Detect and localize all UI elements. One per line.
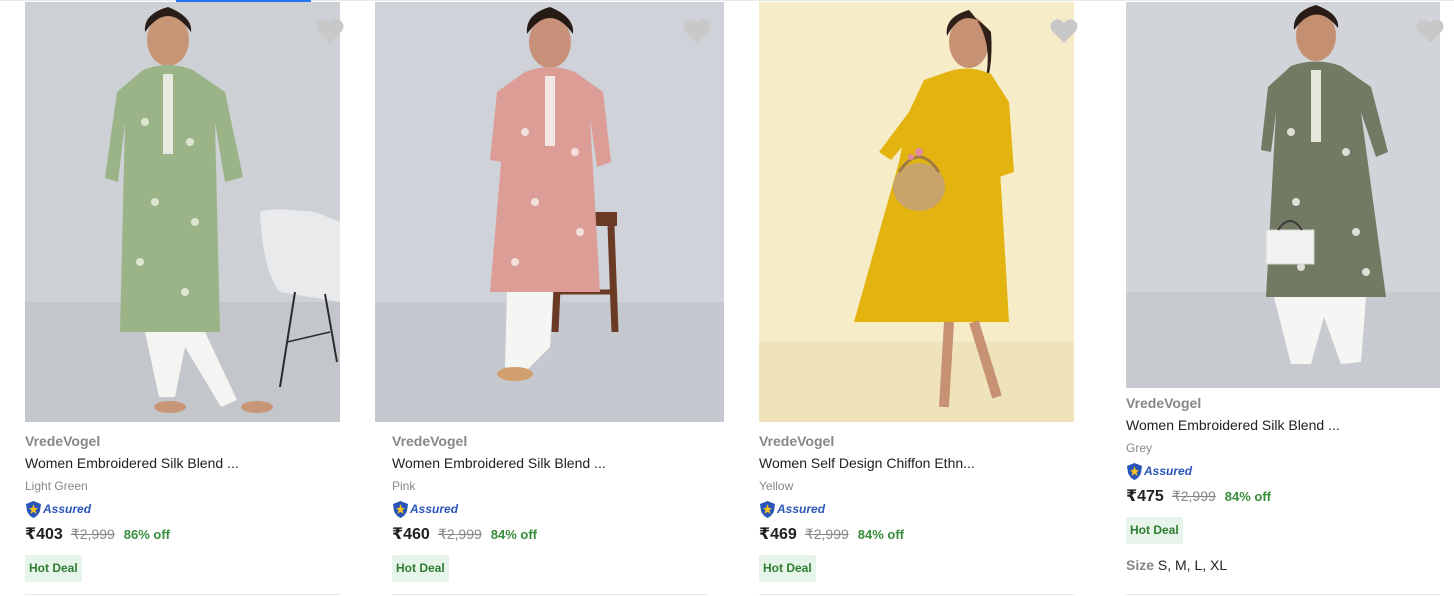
assured-badge: Assured xyxy=(759,499,975,519)
discount-percent: 84% off xyxy=(490,527,538,542)
selling-price: ₹469 xyxy=(759,526,797,543)
assured-label: Assured xyxy=(1144,464,1193,478)
product-title[interactable]: Women Embroidered Silk Blend ... xyxy=(392,453,606,473)
assured-label: Assured xyxy=(43,502,92,516)
product-brand: VredeVogel xyxy=(1126,395,1202,411)
product-info: VredeVogel Women Embroidered Silk Blend … xyxy=(25,432,239,582)
product-brand: VredeVogel xyxy=(759,433,835,449)
hot-deal-badge: Hot Deal xyxy=(25,555,82,582)
product-color: Pink xyxy=(392,479,416,493)
card-divider xyxy=(25,594,340,595)
price-row: ₹469 ₹2,999 84% off xyxy=(759,524,975,546)
product-info: VredeVogel Women Embroidered Silk Blend … xyxy=(1126,394,1340,575)
heart-icon xyxy=(1416,18,1444,44)
price-row: ₹403 ₹2,999 86% off xyxy=(25,524,239,546)
product-brand: VredeVogel xyxy=(392,433,468,449)
wishlist-button[interactable] xyxy=(1050,18,1078,44)
wishlist-button[interactable] xyxy=(316,18,344,44)
discount-percent: 84% off xyxy=(857,527,905,542)
product-info: VredeVogel Women Self Design Chiffon Eth… xyxy=(759,432,975,582)
product-card[interactable]: VredeVogel Women Embroidered Silk Blend … xyxy=(25,2,365,596)
hot-deal-badge: Hot Deal xyxy=(759,555,816,582)
assured-shield-icon xyxy=(25,500,42,519)
assured-badge: Assured xyxy=(25,499,239,519)
selling-price: ₹403 xyxy=(25,526,63,543)
assured-shield-icon xyxy=(392,500,409,519)
product-color: Grey xyxy=(1126,441,1153,455)
wishlist-button[interactable] xyxy=(683,18,711,44)
assured-label: Assured xyxy=(410,502,459,516)
product-card[interactable]: VredeVogel Women Embroidered Silk Blend … xyxy=(1126,2,1454,596)
selling-price: ₹475 xyxy=(1126,488,1164,505)
heart-icon xyxy=(683,18,711,44)
product-info: VredeVogel Women Embroidered Silk Blend … xyxy=(392,432,606,582)
assured-badge: Assured xyxy=(1126,461,1340,481)
card-divider xyxy=(1126,594,1440,595)
price-row: ₹460 ₹2,999 84% off xyxy=(392,524,606,546)
product-image[interactable] xyxy=(25,2,340,422)
heart-icon xyxy=(316,18,344,44)
original-price: ₹2,999 xyxy=(437,526,482,542)
product-card[interactable]: VredeVogel Women Embroidered Silk Blend … xyxy=(375,2,725,596)
discount-percent: 86% off xyxy=(123,527,171,542)
heart-icon xyxy=(1050,18,1078,44)
product-brand: VredeVogel xyxy=(25,433,101,449)
product-title[interactable]: Women Self Design Chiffon Ethn... xyxy=(759,453,975,473)
product-image[interactable] xyxy=(759,2,1074,422)
product-color: Yellow xyxy=(759,479,794,493)
assured-badge: Assured xyxy=(392,499,606,519)
card-divider xyxy=(759,594,1074,595)
product-title[interactable]: Women Embroidered Silk Blend ... xyxy=(25,453,239,473)
original-price: ₹2,999 xyxy=(1171,488,1216,504)
product-image[interactable] xyxy=(1126,2,1440,388)
product-card[interactable]: VredeVogel Women Self Design Chiffon Eth… xyxy=(759,2,1099,596)
original-price: ₹2,999 xyxy=(804,526,849,542)
size-options: Size S, M, L, XL xyxy=(1126,555,1340,575)
wishlist-button[interactable] xyxy=(1416,18,1444,44)
size-label: Size xyxy=(1126,557,1155,573)
price-row: ₹475 ₹2,999 84% off xyxy=(1126,486,1340,508)
product-title[interactable]: Women Embroidered Silk Blend ... xyxy=(1126,415,1340,435)
selling-price: ₹460 xyxy=(392,526,430,543)
assured-label: Assured xyxy=(777,502,826,516)
size-values: S, M, L, XL xyxy=(1157,557,1228,573)
product-color: Light Green xyxy=(25,479,88,493)
hot-deal-badge: Hot Deal xyxy=(1126,517,1183,544)
assured-shield-icon xyxy=(1126,462,1143,481)
product-image[interactable] xyxy=(375,2,724,422)
discount-percent: 84% off xyxy=(1224,489,1272,504)
assured-shield-icon xyxy=(759,500,776,519)
card-divider xyxy=(392,594,707,595)
original-price: ₹2,999 xyxy=(70,526,115,542)
hot-deal-badge: Hot Deal xyxy=(392,555,449,582)
